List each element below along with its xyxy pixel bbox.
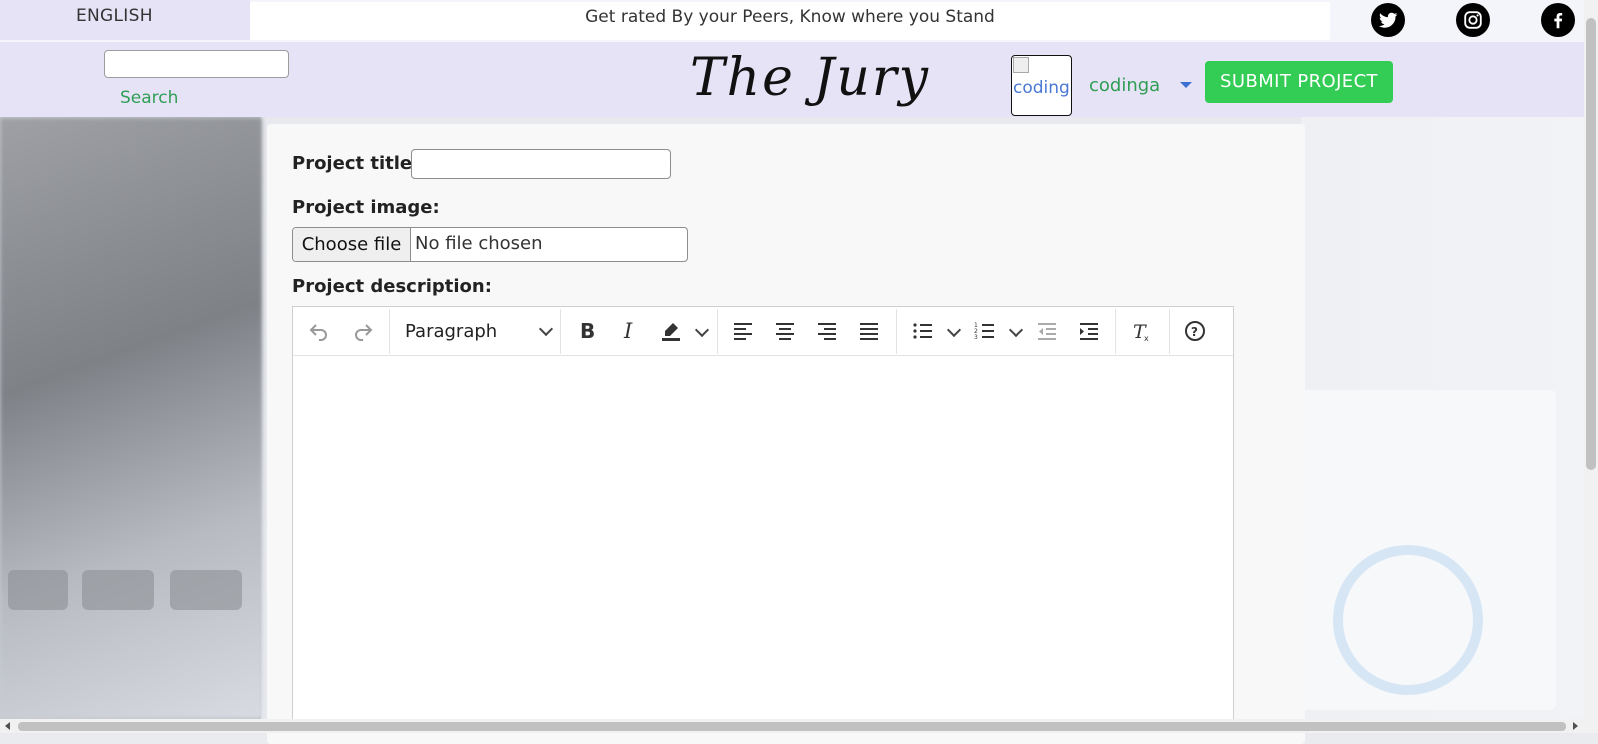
background-image-laptop xyxy=(0,118,262,718)
scroll-left-icon[interactable] xyxy=(5,722,10,730)
toolbar-divider xyxy=(560,309,561,354)
toolbar-divider xyxy=(1169,309,1170,354)
background-key xyxy=(170,570,242,610)
choose-file-button[interactable]: Choose file xyxy=(293,228,411,261)
horizontal-scrollbar[interactable] xyxy=(0,719,1584,733)
svg-text:3: 3 xyxy=(974,334,978,341)
paragraph-format-dropdown[interactable]: Paragraph xyxy=(405,307,554,355)
chevron-down-icon xyxy=(538,321,554,337)
chevron-down-icon[interactable] xyxy=(946,322,962,338)
project-title-label: Project title: xyxy=(292,153,420,174)
file-status: No file chosen xyxy=(415,233,543,254)
tagline: Get rated By your Peers, Know where you … xyxy=(250,2,1330,40)
project-image-input[interactable]: Choose file No file chosen xyxy=(292,227,688,262)
project-description-label: Project description: xyxy=(292,276,492,297)
avatar[interactable]: codinga's photo xyxy=(1011,55,1072,116)
project-image-label: Project image: xyxy=(292,197,440,218)
chevron-down-icon[interactable] xyxy=(1008,322,1024,338)
italic-icon[interactable]: I xyxy=(611,307,647,355)
vertical-scrollbar[interactable] xyxy=(1584,0,1598,733)
site-logo[interactable]: The Jury xyxy=(690,48,930,108)
highlight-icon[interactable] xyxy=(653,307,689,355)
svg-text:I: I xyxy=(623,319,633,343)
language-selector[interactable]: ENGLISH xyxy=(0,0,250,40)
background-ring xyxy=(1333,545,1483,695)
avatar-alt-text: codinga's photo xyxy=(1013,78,1071,98)
numbered-list-icon[interactable]: 123 xyxy=(967,307,1003,355)
remove-format-icon[interactable]: Tx xyxy=(1123,307,1159,355)
toolbar-divider xyxy=(1115,309,1116,354)
help-icon[interactable]: ? xyxy=(1177,307,1213,355)
horizontal-scrollbar-thumb[interactable] xyxy=(18,722,1566,731)
toolbar-divider xyxy=(717,309,718,354)
toolbar-divider xyxy=(896,309,897,354)
chevron-down-icon[interactable] xyxy=(694,322,710,338)
indent-icon[interactable] xyxy=(1071,307,1107,355)
project-title-input[interactable] xyxy=(411,149,671,179)
facebook-icon[interactable] xyxy=(1541,3,1575,37)
svg-text:B: B xyxy=(580,319,595,343)
vertical-scrollbar-thumb[interactable] xyxy=(1586,18,1596,470)
align-justify-icon[interactable] xyxy=(851,307,887,355)
toolbar-divider xyxy=(389,309,390,354)
undo-icon[interactable] xyxy=(301,307,337,355)
user-menu[interactable]: codinga xyxy=(1089,75,1160,96)
align-left-icon[interactable] xyxy=(725,307,761,355)
background-key xyxy=(82,570,154,610)
language-label: ENGLISH xyxy=(76,6,153,26)
editor-content-area[interactable] xyxy=(293,355,1233,725)
broken-image-icon xyxy=(1013,57,1029,73)
search-button[interactable]: Search xyxy=(120,88,178,108)
svg-text:x: x xyxy=(1144,334,1149,343)
align-center-icon[interactable] xyxy=(767,307,803,355)
svg-text:?: ? xyxy=(1191,325,1198,339)
bold-icon[interactable]: B xyxy=(569,307,605,355)
twitter-icon[interactable] xyxy=(1371,3,1405,37)
chevron-down-icon[interactable] xyxy=(1180,82,1192,88)
editor-toolbar: Paragraph B I 1 2 3 T x ? xyxy=(293,307,1233,356)
outdent-icon[interactable] xyxy=(1029,307,1065,355)
redo-icon[interactable] xyxy=(345,307,381,355)
submit-project-button[interactable]: SUBMIT PROJECT xyxy=(1205,61,1393,103)
site-header: Search The Jury codinga's photo codinga … xyxy=(0,42,1584,117)
search-input[interactable] xyxy=(104,50,289,78)
instagram-icon[interactable] xyxy=(1456,3,1490,37)
align-right-icon[interactable] xyxy=(809,307,845,355)
description-editor: Paragraph B I 1 2 3 T x ? xyxy=(292,306,1234,726)
paragraph-format-label: Paragraph xyxy=(405,320,498,342)
bulleted-list-icon[interactable] xyxy=(905,307,941,355)
background-key xyxy=(8,570,68,610)
top-bar: ENGLISH Get rated By your Peers, Know wh… xyxy=(0,0,1584,42)
scroll-right-icon[interactable] xyxy=(1573,722,1578,730)
